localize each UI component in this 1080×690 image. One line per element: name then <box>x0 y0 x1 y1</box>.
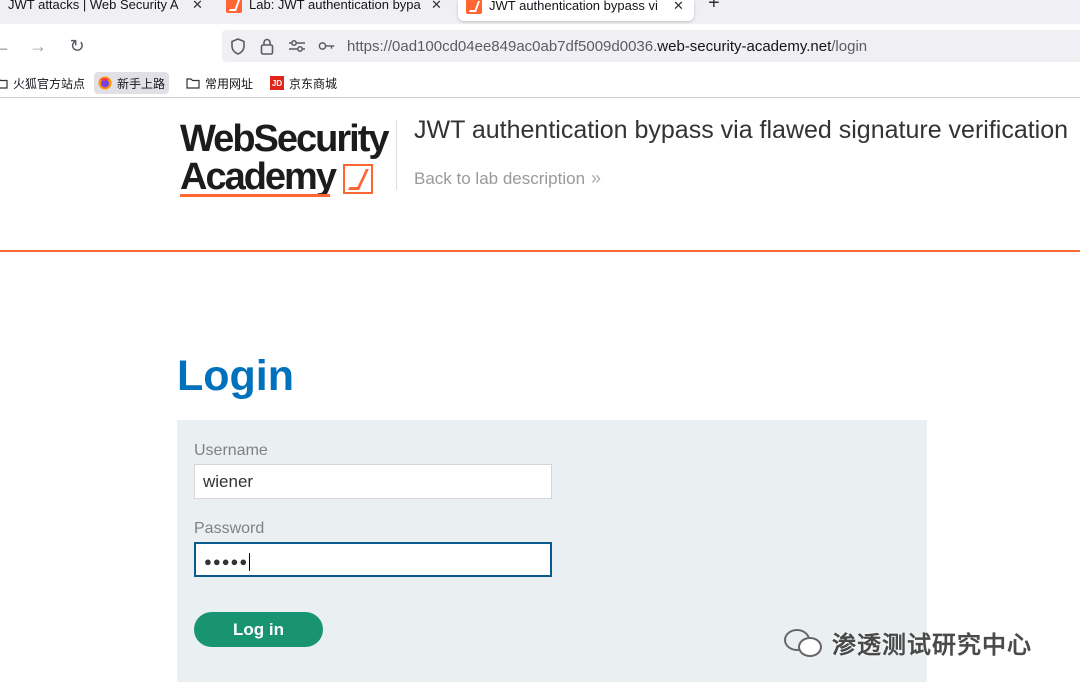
close-icon[interactable]: ✕ <box>431 0 442 13</box>
reload-icon[interactable]: ↻ <box>65 34 89 58</box>
shield-icon[interactable] <box>229 37 247 55</box>
close-icon[interactable]: ✕ <box>673 0 684 14</box>
navigation-bar: ← → ↻ https://0ad100cd04ee849ac0ab7df500… <box>0 28 1080 64</box>
folder-icon <box>186 76 200 90</box>
bookmarks-toolbar: 火狐官方站点 新手上路 常用网址 JD 京东商城 <box>0 70 1080 96</box>
address-bar[interactable]: https://0ad100cd04ee849ac0ab7df5009d0036… <box>222 30 1080 62</box>
header-rule <box>0 250 1080 252</box>
new-tab-button[interactable]: + <box>708 0 720 15</box>
password-label: Password <box>194 520 265 537</box>
bookmark-label: 常用网址 <box>205 76 254 91</box>
portswigger-favicon-icon <box>226 0 242 13</box>
web-security-academy-logo[interactable]: WebSecurity Academy <box>180 120 395 200</box>
url-host: web-security-academy.net <box>657 38 832 55</box>
tab-title: Lab: JWT authentication bypa <box>249 0 421 12</box>
log-in-button[interactable]: Log in <box>194 612 323 647</box>
username-label: Username <box>194 442 268 459</box>
tab-title: JWT authentication bypass vi <box>489 0 658 13</box>
jd-icon: JD <box>270 76 284 90</box>
browser-chrome: JWT attacks | Web Security A ✕ Lab: JWT … <box>0 0 1080 98</box>
logo-line1: WebSecurity <box>180 118 389 160</box>
password-input[interactable]: ●●●●● <box>194 542 552 577</box>
watermark: 渗透测试研究中心 <box>784 622 1032 662</box>
key-icon[interactable] <box>318 37 336 55</box>
lab-title: JWT authentication bypass via flawed sig… <box>414 116 1069 144</box>
tab-title: JWT attacks | Web Security A <box>8 0 179 12</box>
back-link-label: Back to lab description <box>414 169 586 188</box>
url-prefix: https://0ad100cd04ee849ac0ab7df5009d0036… <box>347 38 658 55</box>
url-text[interactable]: https://0ad100cd04ee849ac0ab7df5009d0036… <box>347 38 867 55</box>
site-header: WebSecurity Academy JWT authentication b… <box>0 98 1080 252</box>
folder-icon <box>0 76 8 90</box>
tab-jwt-attacks[interactable]: JWT attacks | Web Security A ✕ <box>8 0 208 20</box>
forward-arrow-icon[interactable]: → <box>26 34 50 58</box>
permissions-icon[interactable] <box>288 37 306 55</box>
bookmark-firefox-official[interactable]: 火狐官方站点 <box>0 72 85 94</box>
login-heading: Login <box>177 352 295 400</box>
close-icon[interactable]: ✕ <box>192 0 203 13</box>
url-path: /login <box>831 38 868 55</box>
tab-active-jwt-bypass[interactable]: JWT authentication bypass vi ✕ <box>458 0 694 21</box>
lock-icon[interactable] <box>258 37 276 55</box>
bookmark-getting-started[interactable]: 新手上路 <box>94 72 170 94</box>
watermark-text: 渗透测试研究中心 <box>832 631 1032 659</box>
bookmark-label: 火狐官方站点 <box>13 76 86 91</box>
bookmark-label: 京东商城 <box>289 76 338 91</box>
tab-lab-jwt[interactable]: Lab: JWT authentication bypa ✕ <box>226 0 446 20</box>
double-chevron-right-icon: » <box>591 168 601 188</box>
bookmark-jd-mall[interactable]: JD 京东商城 <box>270 72 337 94</box>
logo-line2: Academy <box>180 156 337 198</box>
password-value: ●●●●● <box>204 554 249 569</box>
portswigger-favicon-icon <box>466 0 482 14</box>
header-divider <box>396 120 397 190</box>
bookmark-label: 新手上路 <box>117 76 166 91</box>
logo-underline <box>180 194 330 197</box>
text-caret <box>249 552 251 571</box>
back-arrow-icon[interactable]: ← <box>0 34 14 58</box>
back-to-lab-description-link[interactable]: Back to lab description » <box>414 168 601 189</box>
lightning-bolt-icon <box>343 164 373 194</box>
wechat-icon <box>784 625 824 659</box>
username-input[interactable]: wiener <box>194 464 552 499</box>
bookmark-common-sites[interactable]: 常用网址 <box>186 72 253 94</box>
tab-strip: JWT attacks | Web Security A ✕ Lab: JWT … <box>0 0 1080 24</box>
firefox-icon <box>98 76 112 90</box>
